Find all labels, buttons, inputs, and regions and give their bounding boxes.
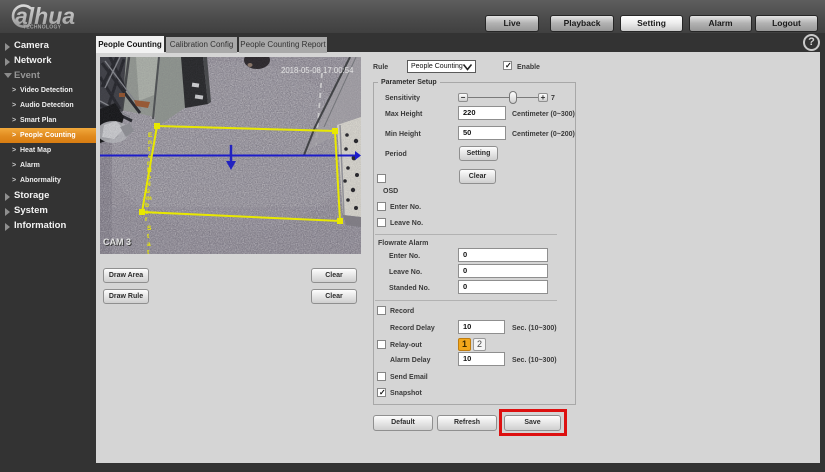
svg-text:a: a — [147, 241, 151, 248]
svg-text:N: N — [146, 181, 151, 188]
svg-text:e: e — [148, 153, 152, 160]
svg-text:b: b — [145, 202, 149, 209]
svg-text:n: n — [148, 139, 152, 146]
svg-text:N: N — [147, 167, 152, 174]
svg-text:o: o — [147, 174, 151, 181]
svg-text:CAM 3: CAM 3 — [103, 237, 131, 247]
svg-text:TECHNOLOGY: TECHNOLOGY — [23, 25, 62, 31]
svg-text:2018-05-08 17:00:54: 2018-05-08 17:00:54 — [281, 66, 354, 75]
svg-text:u: u — [146, 188, 150, 195]
svg-text:e: e — [145, 209, 149, 216]
svg-text:m: m — [146, 195, 152, 202]
svg-text:E: E — [148, 132, 153, 139]
svg-text:S: S — [147, 225, 152, 232]
